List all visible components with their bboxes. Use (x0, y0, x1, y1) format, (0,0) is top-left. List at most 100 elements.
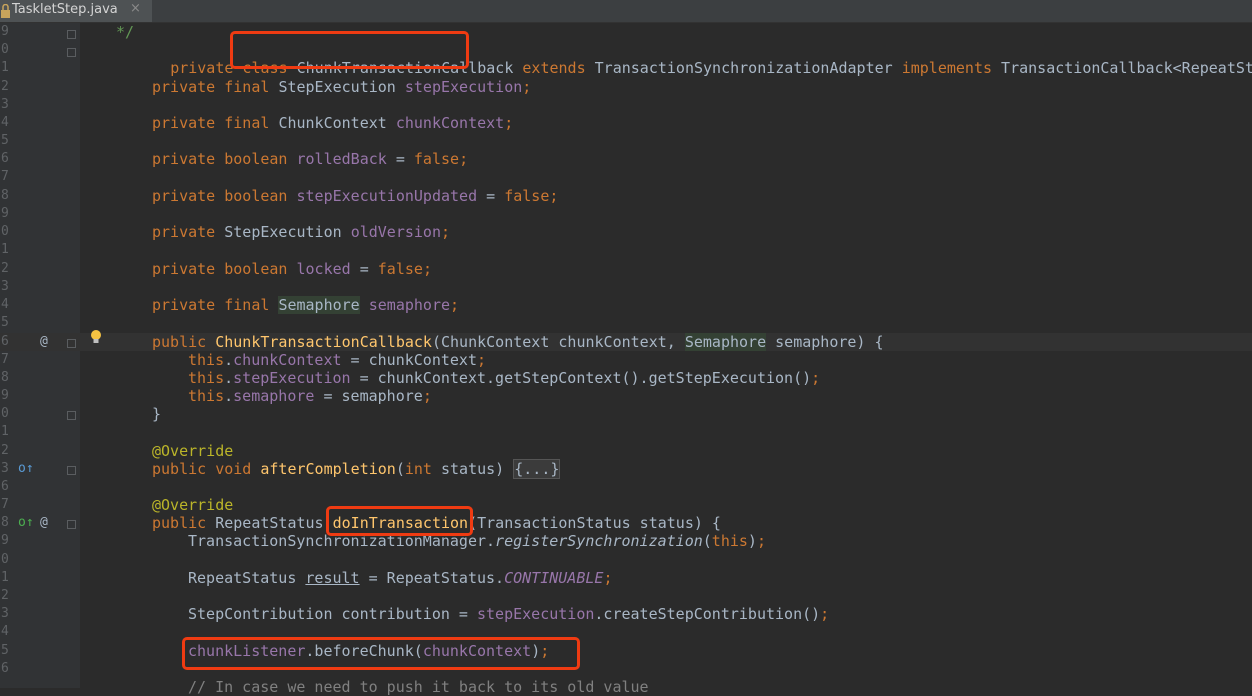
keyword: this (188, 351, 225, 369)
line-number: 4 (1, 624, 9, 639)
code-line: 3 o↑ public void afterCompletion(int sta… (1, 459, 561, 479)
line-number: 0 (1, 224, 9, 239)
code-line: 2 @Override (0, 442, 1252, 460)
tab-close-icon[interactable]: × (130, 1, 141, 16)
code-line: 2 (0, 587, 1252, 605)
literal: false (377, 260, 423, 278)
keyword: private final (152, 78, 279, 96)
line-number: 3 (1, 606, 9, 621)
field-name: locked (296, 260, 351, 278)
punctuation: ; (820, 605, 830, 623)
punctuation: ; (459, 150, 469, 168)
line-number: 9 (1, 206, 9, 221)
editor-tab-bar: TaskletStep.java × (0, 0, 1252, 23)
override-gutter-icon[interactable]: @ (40, 333, 48, 351)
line-number: 7 (1, 352, 9, 367)
override-gutter-icon[interactable]: @ (40, 514, 48, 532)
highlight-box-do-in-transaction (326, 506, 473, 536)
line-number: 6 (1, 151, 9, 166)
tab-taskletstep-java[interactable]: TaskletStep.java × (0, 0, 152, 22)
parameters: semaphore) { (766, 333, 884, 351)
line-number: 3 (1, 97, 9, 112)
keyword: this (188, 387, 225, 405)
code-line: 6 (0, 478, 1252, 496)
code-line: 9 */ (0, 23, 1252, 41)
fold-marker-icon[interactable] (67, 30, 76, 39)
override-implements-gutter-icon[interactable]: o↑ (18, 514, 34, 532)
line-number: 0 (1, 552, 9, 567)
code-line: 0 private StepExecution oldVersion; (0, 223, 1252, 241)
code-line: 9 (0, 205, 1252, 223)
line-number: 4 (1, 297, 9, 312)
code-line: 3 (0, 96, 1252, 114)
code-line: 2 private final StepExecution stepExecut… (0, 78, 1252, 96)
fold-marker-icon[interactable] (67, 48, 76, 57)
line-number: 0 (1, 406, 9, 421)
line-number: 7 (1, 169, 9, 184)
line-number: 4 (1, 115, 9, 130)
code-line: 9 this.semaphore = semaphore; (1, 387, 432, 405)
fold-expand-icon[interactable] (67, 466, 76, 475)
line-number: 1 (1, 570, 9, 585)
line-number: 7 (1, 497, 9, 512)
code-line: 7 @Override (0, 496, 1252, 514)
line-number: 0 (1, 42, 9, 57)
line-number: 5 (1, 643, 9, 658)
operator: = (386, 150, 414, 168)
code-line: 9 TransactionSynchronizationManager.regi… (1, 532, 766, 550)
parameters: (ChunkContext chunkContext, (431, 333, 685, 351)
line-number: 6 (1, 479, 9, 494)
lightbulb-icon[interactable] (90, 329, 102, 345)
line-number: 5 (1, 133, 9, 148)
constant-name: CONTINUABLE (504, 569, 604, 587)
code-editor[interactable]: 9 */ 0 private class ChunkTransactionCal… (0, 23, 1252, 696)
type-name: StepExecution (224, 223, 351, 241)
code-line: 7 (0, 168, 1252, 186)
code-line: 5 (0, 132, 1252, 150)
keyword: private final (152, 114, 279, 132)
line-number: 6 (1, 334, 9, 349)
line-number: 5 (1, 315, 9, 330)
fold-marker-icon[interactable] (67, 520, 76, 529)
fold-marker-icon[interactable] (67, 339, 76, 348)
java-file-icon (1, 4, 10, 18)
punctuation: ; (422, 387, 432, 405)
field-name: stepExecutionUpdated (296, 187, 478, 205)
code-line: 3 (0, 278, 1252, 296)
code-line: 1 (0, 59, 1252, 77)
method-name: ChunkTransactionCallback (215, 333, 432, 351)
type-name: Semaphore (684, 333, 767, 351)
code-line: 0 } (0, 405, 1252, 423)
folded-code-block[interactable]: {...} (513, 459, 561, 479)
field-name: stepExecution (233, 369, 351, 387)
line-number: 1 (1, 424, 9, 439)
annotation: @Override (152, 496, 234, 514)
line-number: 6 (1, 661, 9, 676)
expression: = chunkContext (341, 351, 477, 369)
line-number: 2 (1, 261, 9, 276)
code-line: 1 (0, 423, 1252, 441)
code-line: 8 private boolean stepExecutionUpdated =… (0, 187, 1252, 205)
field-name: stepExecution (476, 605, 595, 623)
field-name: semaphore (233, 387, 315, 405)
line-number: 8 (1, 370, 9, 385)
method-name: registerSynchronization (495, 532, 703, 550)
closing-brace: } (152, 405, 162, 423)
keyword: private boolean (152, 187, 297, 205)
field-name: rolledBack (296, 150, 387, 168)
line-number: 9 (1, 24, 9, 39)
parameters: (TransactionStatus status) { (468, 514, 721, 532)
code-line: // In case we need to push it back to it… (0, 678, 1252, 696)
code-line: 8 this.stepExecution = chunkContext.getS… (1, 369, 821, 387)
annotation: @Override (152, 442, 234, 460)
line-number: 3 (1, 279, 9, 294)
code-line: 6 private boolean rolledBack = false; (0, 150, 1252, 168)
operator: = (477, 187, 505, 205)
keyword: public void (152, 460, 261, 478)
line-number: 9 (1, 533, 9, 548)
code-line: 3 StepContribution contribution = stepEx… (1, 605, 830, 623)
keyword: this (188, 369, 225, 387)
implements-gutter-icon[interactable]: o↑ (18, 460, 34, 478)
literal: false (504, 187, 550, 205)
fold-marker-icon[interactable] (67, 411, 76, 420)
